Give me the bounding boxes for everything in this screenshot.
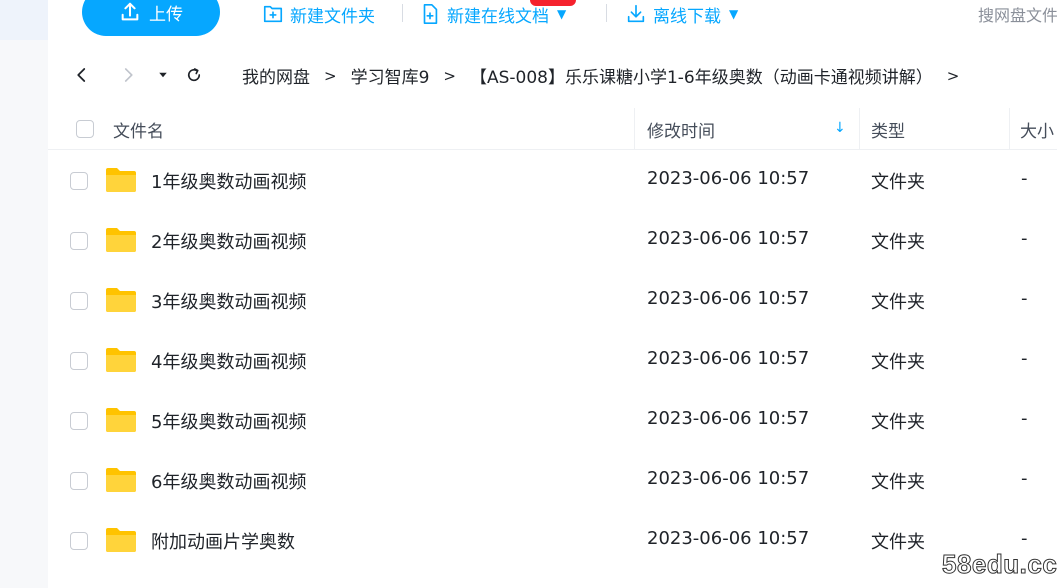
file-name[interactable]: 5年级奥数动画视频 bbox=[151, 408, 306, 434]
table-row[interactable]: 1年级奥数动画视频 2023-06-06 10:57 文件夹 - bbox=[48, 151, 1057, 211]
table-row[interactable]: 2年级奥数动画视频 2023-06-06 10:57 文件夹 - bbox=[48, 211, 1057, 271]
modified-time: 2023-06-06 10:57 bbox=[647, 348, 810, 369]
column-divider bbox=[634, 108, 635, 150]
dropdown-caret-icon bbox=[159, 72, 167, 78]
file-type: 文件夹 bbox=[871, 412, 925, 433]
sidebar-highlight bbox=[0, 0, 48, 40]
new-doc-icon bbox=[423, 4, 438, 24]
file-table-header: 文件名 修改时间 ↓ 类型 大小 bbox=[48, 108, 1057, 150]
breadcrumb-separator: > bbox=[443, 66, 456, 85]
table-row[interactable]: 6年级奥数动画视频 2023-06-06 10:57 文件夹 - bbox=[48, 451, 1057, 511]
column-header-modified[interactable]: 修改时间 bbox=[647, 108, 715, 150]
chevron-down-icon: ▼ bbox=[729, 7, 739, 21]
breadcrumb: 我的网盘 > 学习智库9 > 【AS-008】乐乐课糖小学1-6年级奥数（动画卡… bbox=[242, 63, 973, 89]
row-checkbox[interactable] bbox=[70, 472, 88, 490]
modified-time: 2023-06-06 10:57 bbox=[647, 528, 810, 549]
file-type: 文件夹 bbox=[871, 292, 925, 313]
upload-button[interactable]: 上传 bbox=[82, 0, 220, 36]
modified-time: 2023-06-06 10:57 bbox=[647, 288, 810, 309]
file-size: - bbox=[1021, 228, 1028, 249]
column-header-size[interactable]: 大小 bbox=[1020, 108, 1054, 150]
breadcrumb-separator: > bbox=[324, 66, 337, 85]
refresh-icon bbox=[187, 68, 201, 82]
file-size: - bbox=[1021, 348, 1028, 369]
file-name[interactable]: 1年级奥数动画视频 bbox=[151, 168, 306, 194]
table-row[interactable]: 3年级奥数动画视频 2023-06-06 10:57 文件夹 - bbox=[48, 271, 1057, 331]
row-checkbox[interactable] bbox=[70, 172, 88, 190]
row-checkbox[interactable] bbox=[70, 232, 88, 250]
table-row[interactable]: 5年级奥数动画视频 2023-06-06 10:57 文件夹 - bbox=[48, 391, 1057, 451]
table-row[interactable]: 4年级奥数动画视频 2023-06-06 10:57 文件夹 - bbox=[48, 331, 1057, 391]
column-divider bbox=[1009, 108, 1010, 150]
modified-time: 2023-06-06 10:57 bbox=[647, 408, 810, 429]
toolbar: 上传 新建文件夹 新建在线文档 ▼ 离线下载 ▼ 搜网盘文件 bbox=[48, 0, 1057, 40]
breadcrumb-item-current[interactable]: 【AS-008】乐乐课糖小学1-6年级奥数（动画卡通视频讲解） bbox=[470, 63, 933, 88]
new-badge bbox=[530, 0, 576, 6]
new-folder-label: 新建文件夹 bbox=[290, 6, 375, 27]
chevron-left-icon bbox=[77, 68, 86, 82]
chevron-right-icon bbox=[124, 68, 133, 82]
new-folder-button[interactable]: 新建文件夹 bbox=[262, 2, 375, 27]
file-type: 文件夹 bbox=[871, 172, 925, 193]
upload-label: 上传 bbox=[149, 4, 183, 25]
table-row[interactable]: 附加动画片学奥数 2023-06-06 10:57 文件夹 - bbox=[48, 511, 1057, 571]
row-checkbox[interactable] bbox=[70, 292, 88, 310]
toolbar-divider bbox=[402, 4, 403, 22]
file-size: - bbox=[1021, 168, 1028, 189]
navigation-bar: 我的网盘 > 学习智库9 > 【AS-008】乐乐课糖小学1-6年级奥数（动画卡… bbox=[48, 55, 1057, 95]
column-header-name[interactable]: 文件名 bbox=[113, 108, 164, 150]
offline-download-button[interactable]: 离线下载 ▼ bbox=[625, 2, 739, 27]
select-all-checkbox-cell bbox=[76, 108, 94, 150]
file-name[interactable]: 6年级奥数动画视频 bbox=[151, 468, 306, 494]
folder-icon bbox=[106, 408, 136, 432]
new-folder-icon bbox=[263, 5, 283, 23]
select-all-checkbox[interactable] bbox=[76, 120, 94, 138]
column-header-type[interactable]: 类型 bbox=[871, 108, 905, 150]
file-name[interactable]: 4年级奥数动画视频 bbox=[151, 348, 306, 374]
upload-icon bbox=[121, 2, 139, 21]
file-name[interactable]: 2年级奥数动画视频 bbox=[151, 228, 306, 254]
modified-time: 2023-06-06 10:57 bbox=[647, 228, 810, 249]
folder-icon bbox=[106, 468, 136, 492]
file-type: 文件夹 bbox=[871, 232, 925, 253]
download-icon bbox=[627, 4, 645, 23]
row-checkbox[interactable] bbox=[70, 412, 88, 430]
left-sidebar-edge bbox=[0, 0, 48, 588]
folder-icon bbox=[106, 228, 136, 252]
sort-descending-icon[interactable]: ↓ bbox=[834, 120, 846, 136]
breadcrumb-separator: > bbox=[946, 66, 960, 85]
modified-time: 2023-06-06 10:57 bbox=[647, 468, 810, 489]
file-size: - bbox=[1021, 468, 1028, 489]
folder-icon bbox=[106, 288, 136, 312]
search-input[interactable]: 搜网盘文件 bbox=[978, 2, 1057, 26]
history-dropdown-button[interactable] bbox=[151, 63, 175, 87]
file-type: 文件夹 bbox=[871, 352, 925, 373]
row-checkbox[interactable] bbox=[70, 352, 88, 370]
file-type: 文件夹 bbox=[871, 532, 925, 553]
column-divider bbox=[859, 108, 860, 150]
forward-button[interactable] bbox=[116, 63, 140, 87]
file-size: - bbox=[1021, 288, 1028, 309]
offline-download-label: 离线下载 bbox=[653, 6, 721, 27]
chevron-down-icon: ▼ bbox=[557, 7, 567, 21]
folder-icon bbox=[106, 348, 136, 372]
file-type: 文件夹 bbox=[871, 472, 925, 493]
breadcrumb-item[interactable]: 学习智库9 bbox=[351, 63, 430, 88]
refresh-button[interactable] bbox=[182, 63, 206, 87]
file-name[interactable]: 3年级奥数动画视频 bbox=[151, 288, 306, 314]
breadcrumb-item[interactable]: 我的网盘 bbox=[242, 63, 310, 88]
toolbar-divider bbox=[606, 4, 607, 22]
modified-time: 2023-06-06 10:57 bbox=[647, 168, 810, 189]
file-name[interactable]: 附加动画片学奥数 bbox=[151, 528, 295, 554]
file-size: - bbox=[1021, 408, 1028, 429]
row-checkbox[interactable] bbox=[70, 532, 88, 550]
folder-icon bbox=[106, 528, 136, 552]
back-button[interactable] bbox=[70, 63, 94, 87]
file-size: - bbox=[1021, 528, 1028, 549]
watermark: 58edu.cc bbox=[941, 549, 1057, 580]
folder-icon bbox=[106, 168, 136, 192]
